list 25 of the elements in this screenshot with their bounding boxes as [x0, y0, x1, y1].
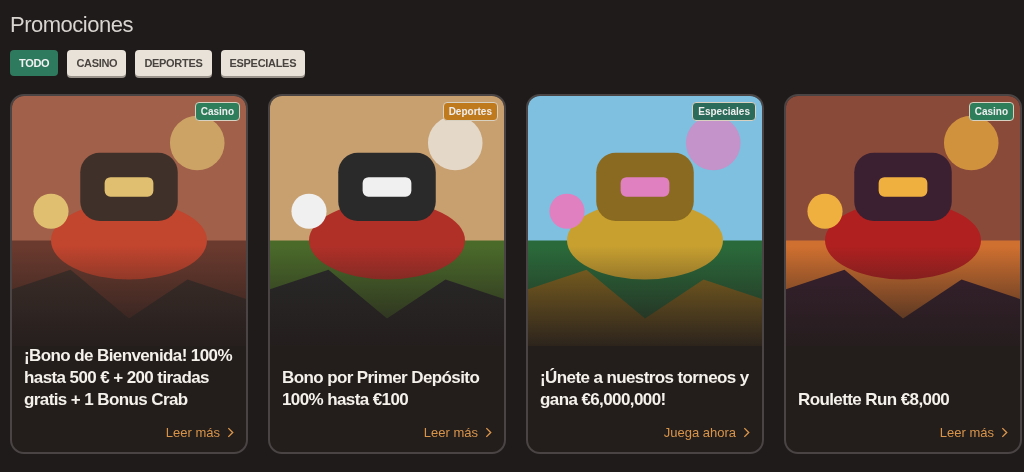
read-more-link[interactable]: Leer más: [423, 425, 492, 440]
chevron-right-icon: [1001, 427, 1008, 438]
promo-card[interactable]: Casino ¡Bono de Bienvenida! 100% hasta 500 € + 200 tiradas gratis + 1 Bonus Crab Leer más: [10, 94, 248, 454]
filter-tab[interactable]: ESPECIALES: [220, 50, 306, 76]
chevron-right-icon: [227, 427, 234, 438]
filter-tab[interactable]: DEPORTES: [135, 50, 212, 76]
read-more-link[interactable]: Leer más: [165, 425, 234, 440]
read-more-link[interactable]: Juega ahora: [663, 425, 750, 440]
promo-title: Roulette Run €8,000: [798, 389, 951, 411]
filter-tab[interactable]: CASINO: [67, 50, 127, 76]
chevron-right-icon: [485, 427, 492, 438]
promo-card[interactable]: Especiales ¡Únete a nuestros torneos y gana €6,000,000! Juega ahora: [526, 94, 764, 454]
category-badge: Especiales: [692, 102, 756, 121]
promo-title: ¡Únete a nuestros torneos y gana €6,000,000!: [540, 367, 750, 411]
filter-tab[interactable]: TODO: [10, 50, 59, 76]
page-title: Promociones: [10, 12, 134, 38]
chevron-right-icon: [743, 427, 750, 438]
category-badge: Casino: [968, 102, 1014, 121]
promo-title: ¡Bono de Bienvenida! 100% hasta 500 € + 200 tiradas gratis + 1 Bonus Crab: [24, 345, 233, 411]
read-more-link[interactable]: Leer más: [939, 425, 1008, 440]
promo-title: Bono por Primer Depósito 100% hasta €100: [282, 367, 481, 411]
promo-card[interactable]: Casino Roulette Run €8,000 Leer más: [784, 94, 1022, 454]
category-badge: Casino: [194, 102, 240, 121]
category-badge: Deportes: [442, 102, 498, 121]
promo-card[interactable]: Deportes Bono por Primer Depósito 100% hasta €100 Leer más: [268, 94, 506, 454]
